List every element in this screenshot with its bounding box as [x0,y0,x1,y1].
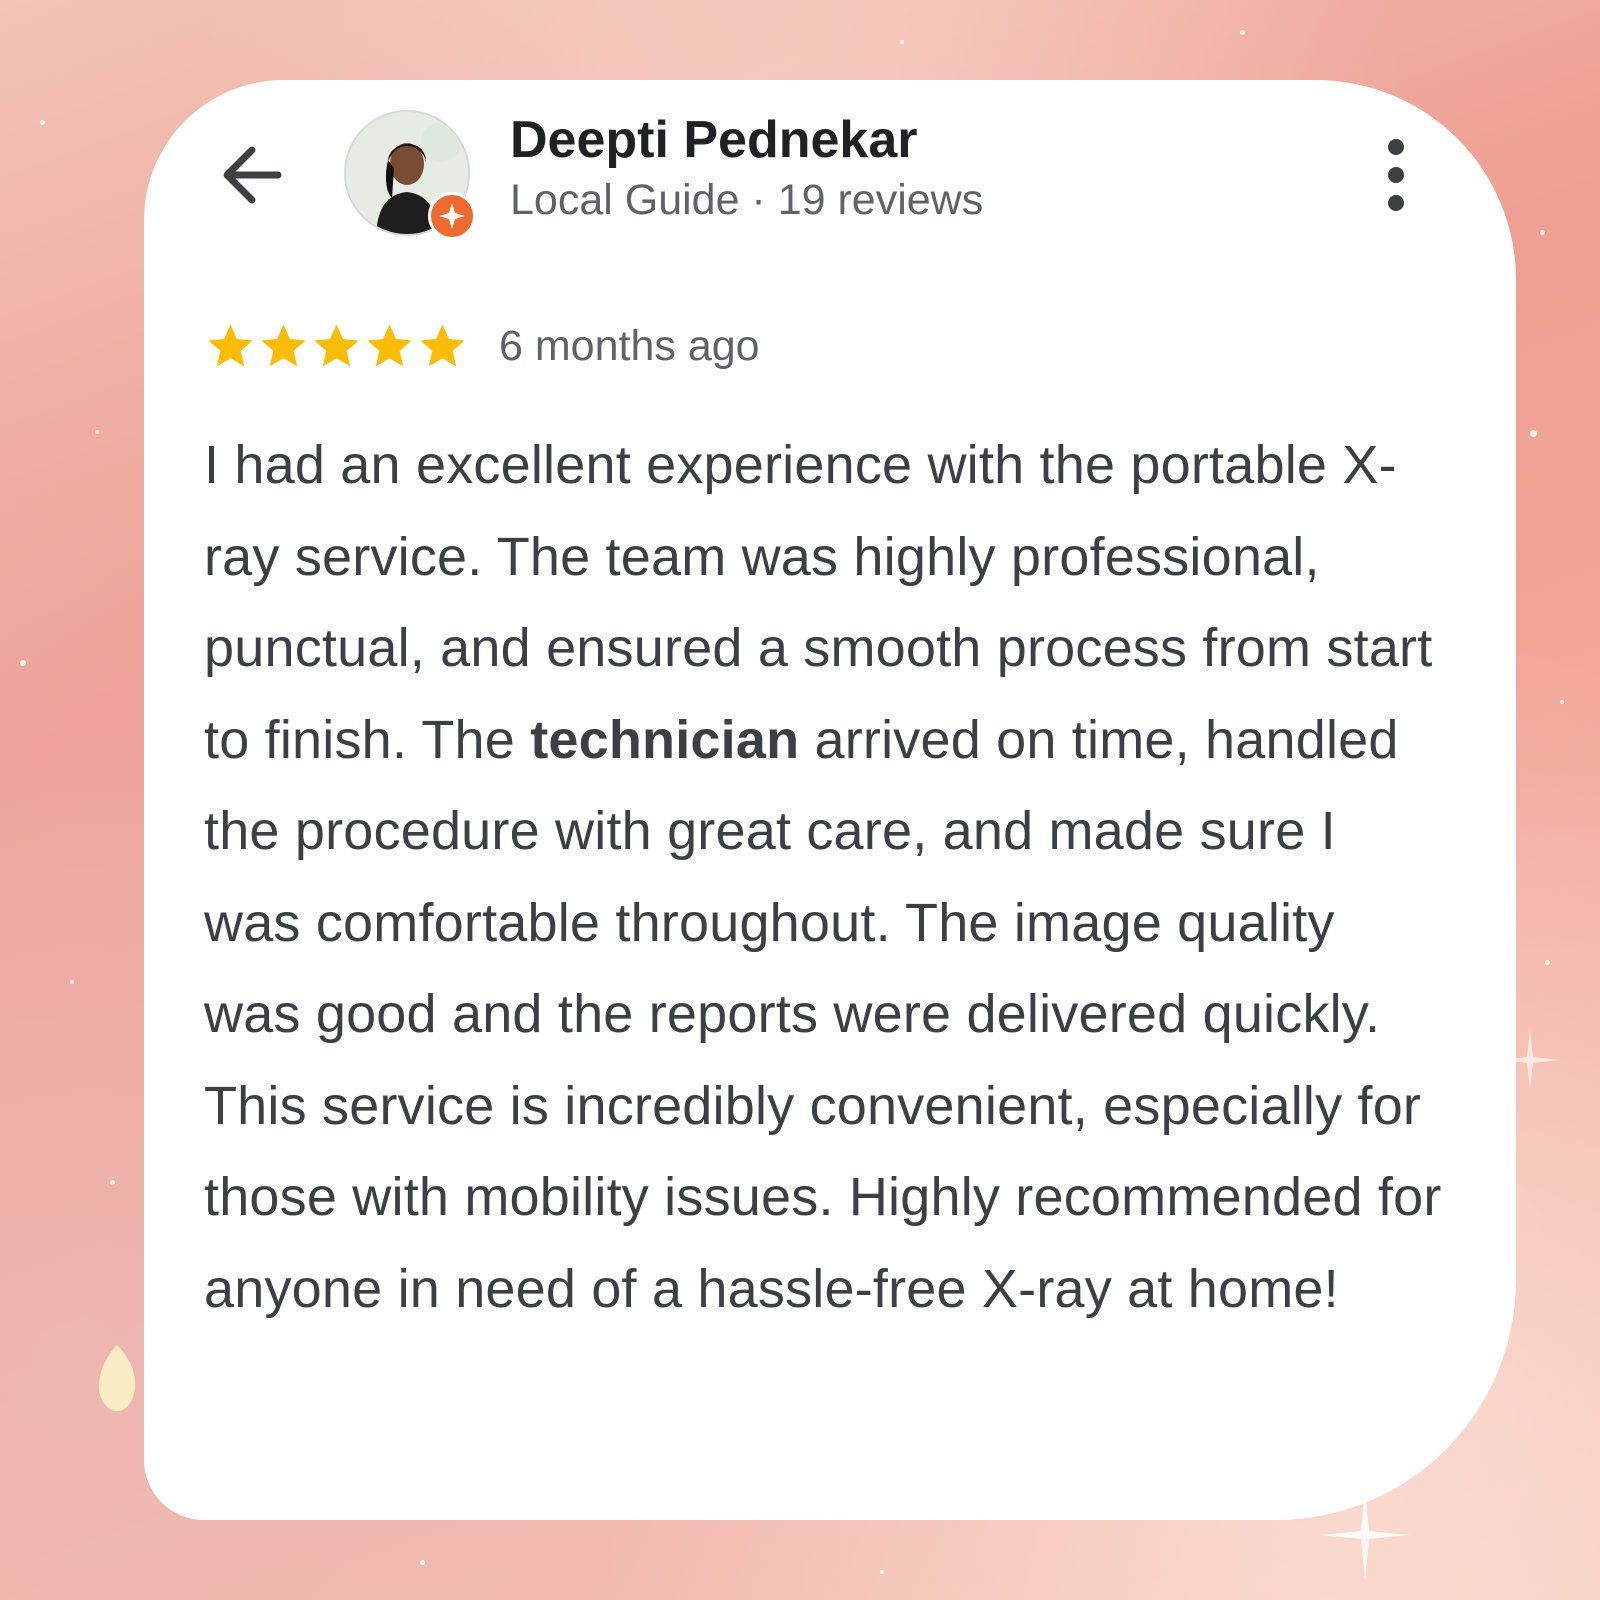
star-icon [314,323,359,366]
review-text: I had an excellent experience with the p… [204,420,1444,1335]
review-card: Deepti Pednekar Local Guide · 19 reviews… [144,80,1516,1520]
reviewer-avatar[interactable] [344,110,476,240]
more-vertical-icon[interactable] [1376,135,1416,215]
star-icon [420,323,465,366]
local-guide-star-icon [428,192,476,240]
reviewer-meta: Local Guide · 19 reviews [510,176,984,224]
review-time: 6 months ago [499,321,760,370]
reviewer-name[interactable]: Deepti Pednekar [510,110,918,170]
review-text-bold: technician [530,709,800,770]
star-rating: 6 months ago [204,318,760,374]
star-icon [261,323,306,366]
arrow-left-icon[interactable] [214,135,294,215]
review-text-part: arrived on time, handled the procedure w… [204,709,1442,1319]
star-icon [208,323,253,366]
star-icon [367,323,412,366]
